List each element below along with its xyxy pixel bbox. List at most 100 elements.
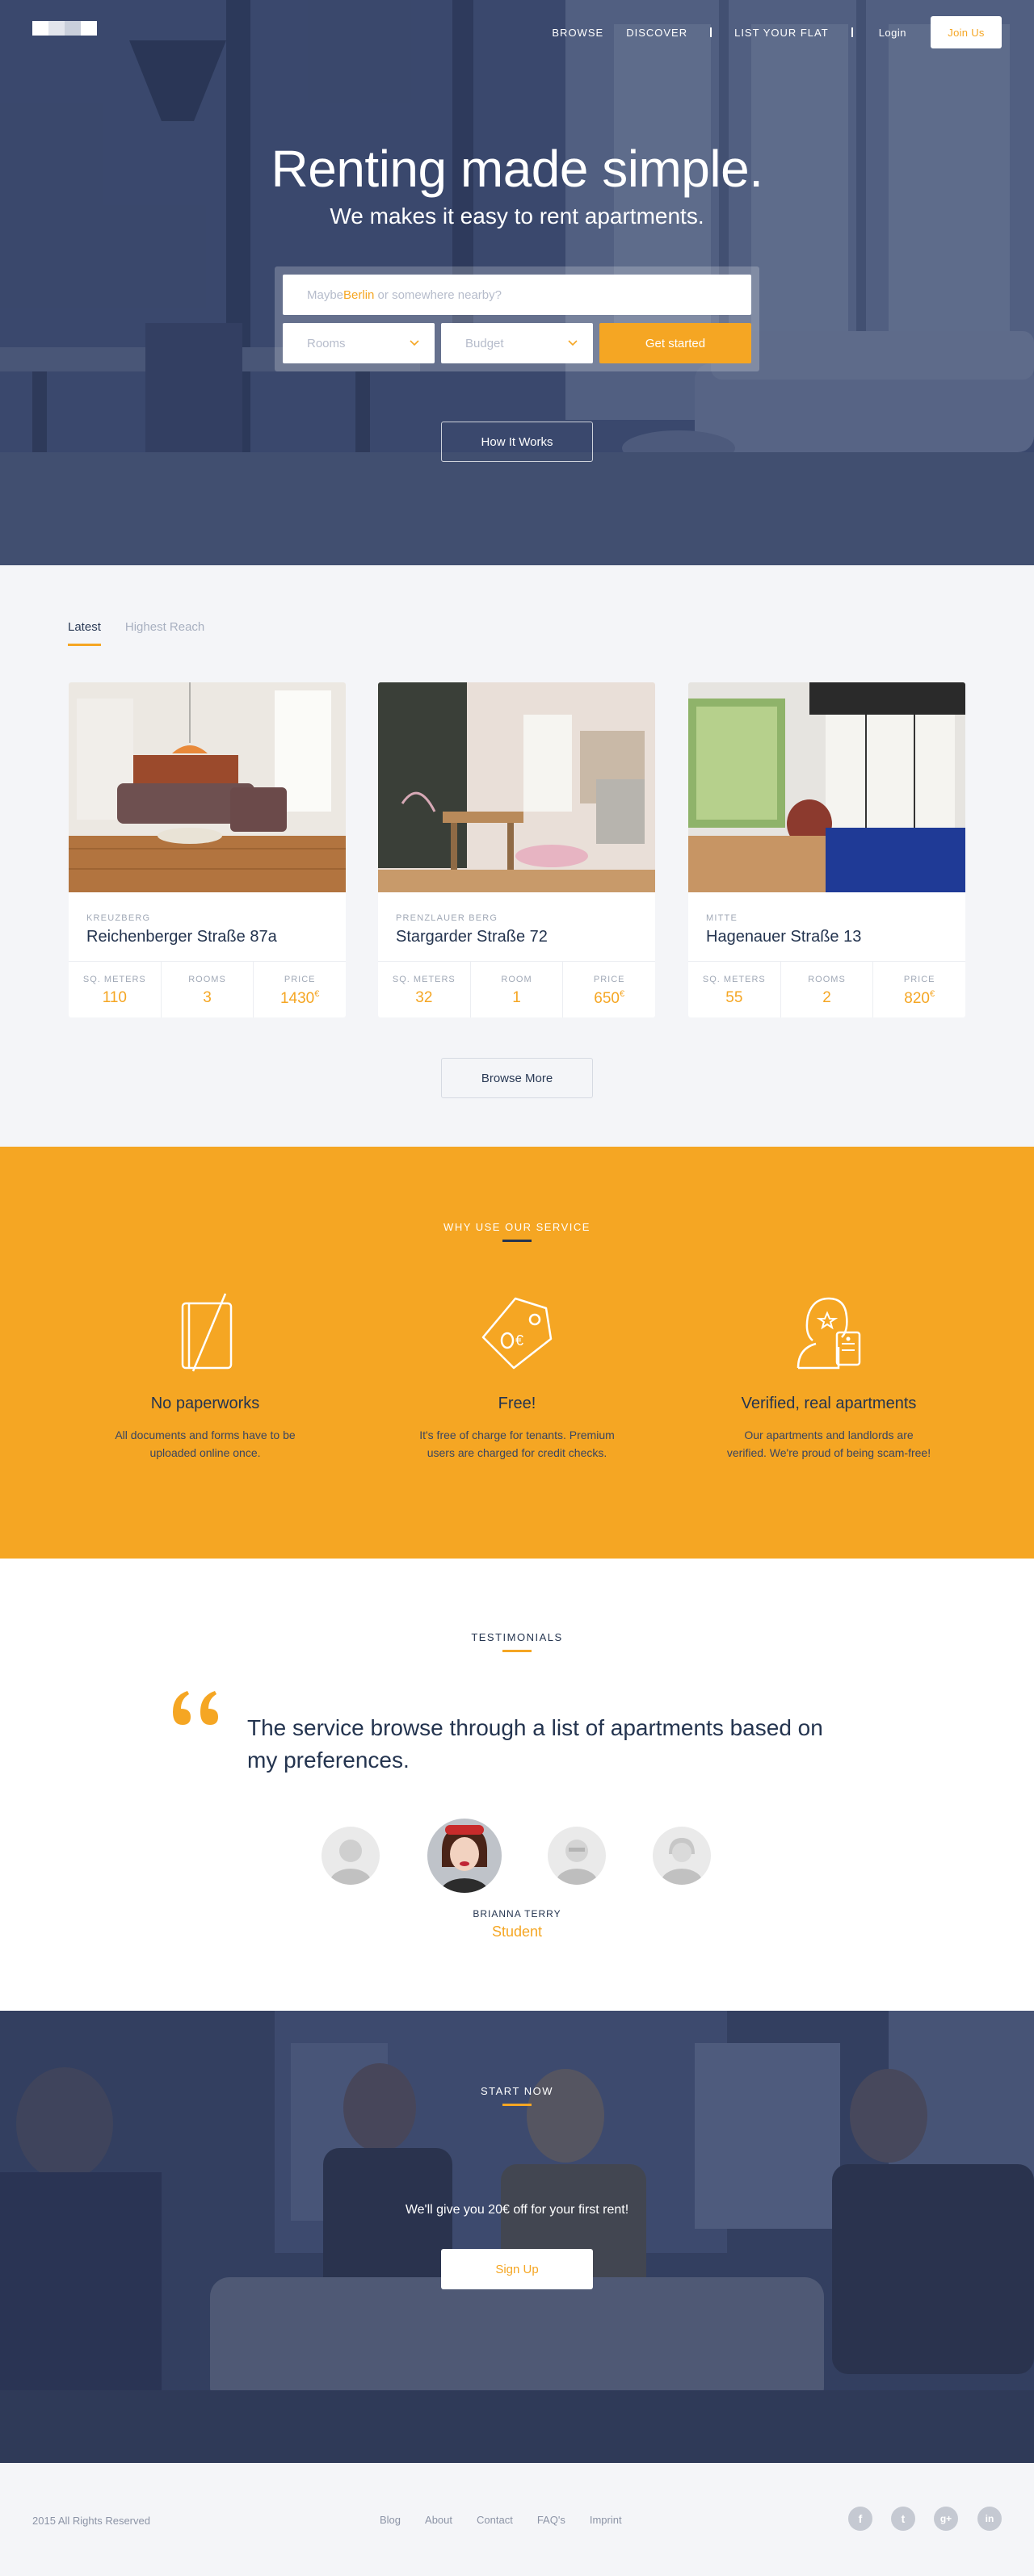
- testimonial-author-role: Student: [491, 1924, 543, 1940]
- rooms-select-label: Rooms: [307, 336, 346, 350]
- testimonial-quote: The service browse through a list of apa…: [247, 1715, 823, 1773]
- avatar-selected[interactable]: [427, 1819, 502, 1893]
- stat-value: 1: [512, 989, 521, 1006]
- stat-label: PRICE: [593, 975, 625, 984]
- main-nav: BROWSE DISCOVER LIST YOUR FLAT Login Joi…: [529, 16, 1002, 48]
- footer-nav: Blog About Contact FAQ's Imprint: [380, 2514, 646, 2526]
- stat-label: PRICE: [284, 975, 316, 984]
- footer-link-blog[interactable]: Blog: [380, 2514, 401, 2526]
- listing-card[interactable]: KREUZBERG Reichenberger Straße 87a SQ. M…: [69, 682, 346, 1017]
- listing-tabs: Latest Highest Reach: [68, 620, 229, 646]
- stat-label: PRICE: [903, 975, 935, 984]
- listings-section: Latest Highest Reach KREUZBERG Reichenbe…: [0, 565, 1034, 1147]
- feature-verified: Verified, real apartments Our apartments…: [724, 1292, 934, 1462]
- rooms-select[interactable]: Rooms: [283, 323, 435, 363]
- search-placeholder-suffix: or somewhere nearby?: [374, 287, 502, 302]
- how-it-works-button[interactable]: How It Works: [441, 422, 593, 462]
- avatar[interactable]: [548, 1827, 606, 1885]
- start-overlay: [0, 2011, 1034, 2463]
- start-now-section: START NOW We'll give you 20€ off for you…: [0, 2011, 1034, 2463]
- paperwork-icon: [181, 1293, 233, 1372]
- feature-title: No paperworks: [150, 1395, 260, 1412]
- stat-size: SQ. METERS 32: [378, 962, 471, 1017]
- card-district: KREUZBERG: [86, 913, 151, 923]
- twitter-icon[interactable]: t: [891, 2507, 915, 2531]
- hero-section: BROWSE DISCOVER LIST YOUR FLAT Login Joi…: [0, 0, 1034, 565]
- section-title: WHY USE OUR SERVICE: [443, 1221, 591, 1233]
- stat-price: PRICE 820€: [873, 962, 965, 1017]
- quote-icon: [173, 1691, 218, 1725]
- login-link[interactable]: Login: [879, 27, 906, 39]
- feature-title: Free!: [498, 1395, 536, 1412]
- budget-select[interactable]: Budget: [441, 323, 593, 363]
- apartment-photo: [688, 682, 965, 892]
- stat-size: SQ. METERS 110: [69, 962, 162, 1017]
- hero-title: Renting made simple.: [271, 140, 763, 198]
- facebook-icon[interactable]: f: [848, 2507, 872, 2531]
- nav-browse[interactable]: BROWSE: [552, 27, 603, 39]
- stat-label: SQ. METERS: [82, 975, 146, 984]
- tab-highest-reach[interactable]: Highest Reach: [125, 620, 204, 646]
- section-title: START NOW: [480, 2085, 554, 2097]
- apartment-photo: [69, 682, 346, 892]
- card-district: PRENZLAUER BERG: [396, 913, 498, 923]
- stat-label: ROOM: [501, 975, 532, 984]
- card-street: Hagenauer Straße 13: [706, 928, 862, 946]
- stat-rooms: ROOMS 2: [781, 962, 874, 1017]
- avatar[interactable]: [322, 1827, 380, 1885]
- footer-link-imprint[interactable]: Imprint: [590, 2514, 622, 2526]
- price-amount: 820: [904, 990, 930, 1007]
- google-plus-icon[interactable]: g+: [934, 2507, 958, 2531]
- stat-label: ROOMS: [188, 975, 226, 984]
- listing-card[interactable]: PRENZLAUER BERG Stargarder Straße 72 SQ.…: [378, 682, 655, 1017]
- feature-text: It's free of charge for tenants. Premium…: [419, 1429, 615, 1459]
- card-stats: SQ. METERS 55 ROOMS 2 PRICE 820€: [688, 961, 965, 1017]
- footer-link-faq[interactable]: FAQ's: [537, 2514, 565, 2526]
- join-us-button[interactable]: Join Us: [931, 16, 1002, 48]
- footer-link-contact[interactable]: Contact: [477, 2514, 513, 2526]
- currency-symbol: €: [314, 989, 320, 999]
- budget-select-label: Budget: [465, 336, 504, 350]
- browse-more-button[interactable]: Browse More: [441, 1058, 593, 1098]
- offer-text: We'll give you 20€ off for your first re…: [405, 2203, 629, 2217]
- feature-title: Verified, real apartments: [741, 1395, 917, 1412]
- card-street: Reichenberger Straße 87a: [86, 928, 277, 946]
- sign-up-button[interactable]: Sign Up: [441, 2249, 593, 2289]
- nav-discover[interactable]: DISCOVER: [626, 27, 687, 39]
- feature-free: € Free! It's free of charge for tenants.…: [412, 1292, 622, 1462]
- search-placeholder-prefix: Maybe: [307, 287, 344, 302]
- nav-list-your-flat[interactable]: LIST YOUR FLAT: [734, 27, 829, 39]
- linkedin-icon[interactable]: in: [977, 2507, 1002, 2531]
- location-search-input[interactable]: Maybe Berlin or somewhere nearby?: [283, 275, 751, 315]
- currency-symbol: €: [619, 989, 625, 999]
- stat-size: SQ. METERS 55: [688, 962, 781, 1017]
- avatar[interactable]: [653, 1827, 711, 1885]
- apartment-photo: [378, 682, 655, 892]
- stat-value: 32: [415, 989, 433, 1006]
- feature-text: Our apartments and landlords are verifie…: [726, 1429, 931, 1459]
- nav-divider: [710, 27, 712, 37]
- get-started-button[interactable]: Get started: [599, 323, 751, 363]
- search-panel: Maybe Berlin or somewhere nearby? Rooms …: [275, 266, 759, 371]
- chevron-down-icon: [568, 340, 578, 346]
- verified-user-icon: [797, 1297, 861, 1370]
- stat-rooms: ROOMS 3: [162, 962, 254, 1017]
- card-stats: SQ. METERS 32 ROOM 1 PRICE 650€: [378, 961, 655, 1017]
- card-district: MITTE: [706, 913, 738, 923]
- listing-card[interactable]: MITTE Hagenauer Straße 13 SQ. METERS 55 …: [688, 682, 965, 1017]
- card-stats: SQ. METERS 110 ROOMS 3 PRICE 1430€: [69, 961, 346, 1017]
- tab-latest[interactable]: Latest: [68, 620, 101, 646]
- footer-link-about[interactable]: About: [425, 2514, 452, 2526]
- feature-paperwork: No paperworks All documents and forms ha…: [100, 1292, 310, 1462]
- nav-divider: [851, 27, 853, 37]
- svg-text:€: €: [515, 1332, 523, 1349]
- why-section: WHY USE OUR SERVICE No paperworks All do…: [0, 1147, 1034, 1559]
- site-logo[interactable]: [32, 21, 97, 36]
- chevron-down-icon: [410, 340, 419, 346]
- stat-price: PRICE 1430€: [254, 962, 346, 1017]
- section-title-underline: [502, 2104, 532, 2106]
- price-tag-icon: €: [481, 1297, 553, 1370]
- stat-value-price: 820€: [873, 989, 965, 1008]
- stat-value: 55: [725, 989, 743, 1006]
- feature-text: All documents and forms have to be uploa…: [115, 1429, 296, 1459]
